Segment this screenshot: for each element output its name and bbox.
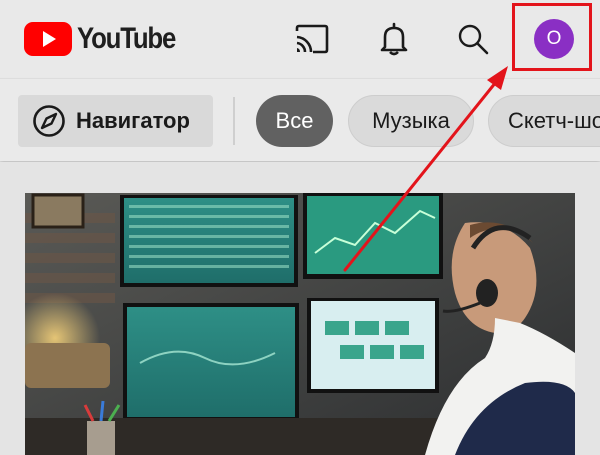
search-button[interactable] bbox=[451, 17, 495, 61]
chip-all[interactable]: Все bbox=[256, 95, 333, 147]
navigator-chip[interactable]: Навигатор bbox=[18, 95, 213, 147]
youtube-logo[interactable]: YouTube bbox=[24, 21, 191, 57]
search-icon bbox=[458, 24, 489, 55]
compass-icon bbox=[33, 105, 65, 137]
cast-icon bbox=[295, 24, 329, 54]
video-thumbnail[interactable] bbox=[25, 193, 575, 455]
thumbnail-illustration bbox=[25, 193, 575, 455]
cast-button[interactable] bbox=[290, 17, 334, 61]
chip-sketch-show[interactable]: Скетч-шо bbox=[488, 95, 600, 147]
chip-music[interactable]: Музыка bbox=[348, 95, 474, 147]
youtube-logo-text: YouTube bbox=[77, 22, 176, 55]
youtube-play-logo-icon bbox=[24, 22, 72, 56]
category-chip-bar: Навигатор Все Музыка Скетч-шо bbox=[0, 78, 600, 161]
navigator-chip-label: Навигатор bbox=[76, 108, 190, 133]
notifications-button[interactable] bbox=[372, 17, 416, 61]
avatar-highlight-box bbox=[512, 3, 592, 71]
top-app-bar: YouTube О bbox=[0, 0, 600, 78]
bell-icon bbox=[380, 22, 408, 56]
chip-divider bbox=[233, 97, 235, 145]
